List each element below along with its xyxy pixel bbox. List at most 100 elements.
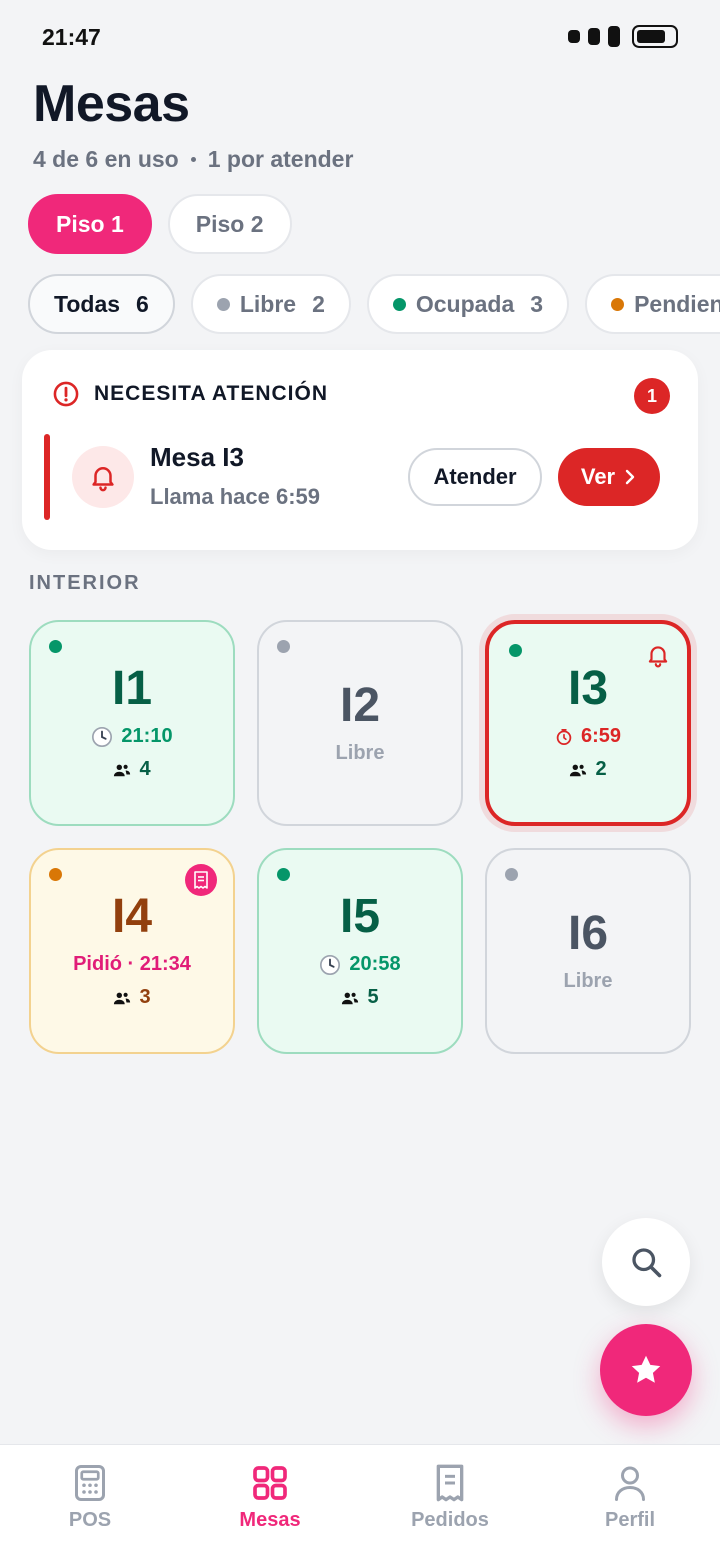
attention-card: NECESITA ATENCIÓN 1 Mesa I3 Llama hace 6… — [22, 350, 698, 550]
filter-libre[interactable]: Libre 2 — [190, 274, 351, 334]
favorite-button[interactable] — [600, 1324, 692, 1416]
table-time: 20:58 — [319, 953, 401, 976]
occupied-dot-icon — [509, 644, 522, 657]
filter-count: 3 — [530, 290, 544, 317]
attention-header: NECESITA ATENCIÓN — [52, 380, 328, 408]
table-time: 21:10 — [91, 725, 173, 748]
tab-piso-2[interactable]: Piso 2 — [167, 194, 292, 254]
order-badge — [185, 864, 217, 896]
table-status: Libre — [563, 969, 613, 992]
filter-label: Libre — [239, 290, 297, 317]
signal-icon — [588, 28, 600, 45]
alert-accent-bar — [44, 434, 50, 520]
table-card-i3[interactable]: I3 6:59 2 — [485, 620, 691, 826]
table-guests: 4 — [113, 758, 151, 781]
in-use-count: 4 de 6 en uso — [33, 146, 179, 172]
nav-perfil[interactable]: Perfil — [540, 1445, 720, 1560]
free-dot-icon — [505, 868, 518, 881]
people-icon — [114, 764, 131, 776]
star-icon — [631, 1355, 661, 1383]
guests-count: 5 — [367, 986, 379, 1008]
table-guests: 3 — [113, 986, 151, 1009]
filter-todas[interactable]: Todas 6 — [28, 274, 175, 334]
table-card-i4[interactable]: I4 Pidió · 21:34 3 — [29, 848, 235, 1054]
filter-count: 6 — [136, 290, 149, 317]
clock-icon — [92, 726, 113, 747]
time-text: 21:10 — [121, 725, 173, 747]
pending-dot-icon — [611, 297, 625, 311]
people-icon — [342, 992, 359, 1004]
occupied-dot-icon — [49, 640, 62, 653]
filter-count: 2 — [312, 290, 325, 317]
view-button[interactable]: Ver — [558, 448, 660, 506]
guests-count: 4 — [139, 758, 151, 780]
free-dot-icon — [277, 640, 290, 653]
table-guests: 2 — [569, 758, 607, 781]
user-icon — [615, 1466, 645, 1501]
nav-pedidos[interactable]: Pedidos — [360, 1445, 540, 1560]
status-time: 21:47 — [42, 24, 101, 50]
attention-table-name: Mesa I3 — [150, 442, 244, 472]
bell-badge — [72, 446, 134, 508]
view-button-label: Ver — [580, 464, 616, 489]
receipt-icon — [436, 1464, 464, 1502]
attention-wait-time: Llama hace 6:59 — [150, 484, 320, 509]
nav-label: Pedidos — [411, 1509, 489, 1531]
filter-chips: Todas 6 Libre 2 Ocupada 3 Pendiente — [28, 274, 720, 334]
clock-icon — [320, 954, 341, 975]
floor-tabs: Piso 1 Piso 2 — [28, 194, 292, 254]
table-wait-time: 6:59 — [555, 725, 621, 748]
timer-icon — [556, 728, 572, 745]
receipt-icon — [194, 871, 208, 889]
people-icon — [114, 992, 131, 1004]
search-icon — [632, 1248, 662, 1278]
table-card-i1[interactable]: I1 21:10 4 — [29, 620, 235, 826]
page-title: Mesas — [33, 75, 190, 133]
attention-title: NECESITA ATENCIÓN — [94, 382, 329, 405]
section-label: INTERIOR — [29, 572, 141, 594]
nav-mesas[interactable]: Mesas — [180, 1445, 360, 1560]
guests-count: 2 — [595, 758, 607, 780]
signal-icon — [568, 30, 580, 43]
bottom-nav: POS Mesas Pedidos Perfil — [0, 1444, 720, 1560]
table-code: I5 — [339, 890, 381, 943]
table-code: I3 — [567, 662, 609, 715]
occupied-dot-icon — [392, 297, 406, 311]
time-text: 20:58 — [349, 953, 401, 975]
tab-piso-1[interactable]: Piso 1 — [28, 194, 152, 254]
pending-dot-icon — [49, 868, 62, 881]
nav-label: POS — [68, 1509, 112, 1531]
calculator-icon — [75, 1465, 105, 1501]
nav-pos[interactable]: POS — [0, 1445, 180, 1560]
nav-label: Mesas — [239, 1509, 301, 1531]
separator-dot — [190, 157, 196, 162]
table-code: I1 — [111, 662, 153, 715]
guests-count: 3 — [139, 986, 151, 1008]
attend-button[interactable]: Atender — [408, 448, 542, 506]
filter-ocupada[interactable]: Ocupada 3 — [366, 274, 570, 334]
time-text: 6:59 — [580, 725, 622, 747]
grid-icon — [253, 1466, 287, 1500]
filter-label: Todas — [54, 290, 121, 317]
bell-icon — [648, 646, 668, 668]
nav-label: Perfil — [604, 1509, 656, 1531]
status-icons — [568, 25, 678, 48]
table-code: I6 — [567, 906, 609, 960]
table-code: I2 — [339, 678, 381, 732]
occupied-dot-icon — [277, 868, 290, 881]
signal-icon — [608, 26, 620, 47]
table-card-i6[interactable]: I6 Libre — [485, 848, 691, 1054]
attention-count-badge: 1 — [634, 378, 670, 414]
free-dot-icon — [216, 297, 230, 311]
table-card-i2[interactable]: I2 Libre — [257, 620, 463, 826]
alert-circle-icon — [53, 381, 79, 407]
table-card-i5[interactable]: I5 20:58 5 — [257, 848, 463, 1054]
bell-icon — [92, 467, 114, 492]
search-button[interactable] — [602, 1218, 690, 1306]
table-status: Libre — [335, 741, 385, 764]
status-bar: 21:47 — [0, 0, 720, 74]
to-attend-count: 1 por atender — [207, 146, 354, 172]
filter-pendiente[interactable]: Pendiente — [585, 274, 720, 334]
table-code: I4 — [111, 890, 153, 943]
table-guests: 5 — [341, 986, 379, 1009]
